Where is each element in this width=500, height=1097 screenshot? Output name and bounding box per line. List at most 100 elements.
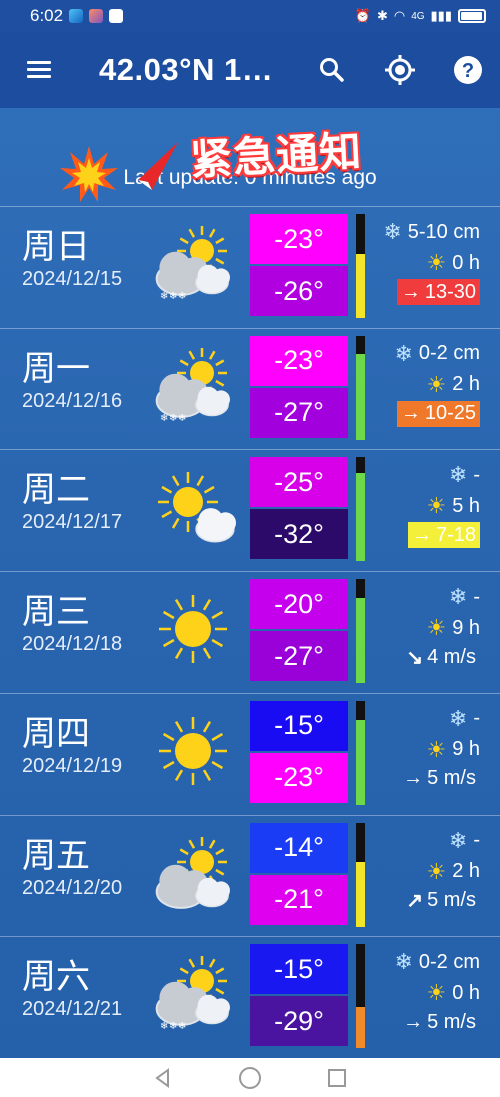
- sunshine-info: ☀ 9 h: [426, 615, 480, 641]
- wind-info: → 10-25: [396, 400, 480, 427]
- sunny-icon: [150, 586, 236, 672]
- search-icon[interactable]: [316, 54, 348, 86]
- sunshine-info: ☀ 2 h: [426, 372, 480, 398]
- sunshine-hours: 5 h: [452, 494, 480, 517]
- bar-dark-part: [356, 214, 365, 254]
- snow-risk-bar: [356, 579, 365, 684]
- wind-direction-icon: →: [411, 523, 432, 546]
- snowfall-info: ❄ -: [449, 706, 480, 732]
- bar-level-fill: [356, 719, 365, 805]
- wind-info: → 5 m/s: [399, 1009, 480, 1035]
- partly-cloudy-icon: [150, 830, 236, 916]
- mostly-sunny-icon: [150, 464, 236, 550]
- recents-icon[interactable]: [326, 1067, 348, 1089]
- back-icon[interactable]: [152, 1067, 174, 1089]
- day-name: 周五: [22, 835, 90, 876]
- wind-info: → 5 m/s: [399, 766, 480, 792]
- wind-speed: 5 m/s: [427, 767, 476, 790]
- help-icon[interactable]: ?: [452, 54, 484, 86]
- bar-level-fill: [356, 597, 365, 684]
- sun-icon: ☀: [426, 493, 447, 519]
- forecast-day-row[interactable]: 周六 2024/12/21 ❄ ❄ ❄ -15° -29° ❄ 0-2 cm ☀ 0 h → 5 m/s: [0, 936, 500, 1057]
- svg-text:❄: ❄: [169, 1021, 177, 1032]
- wind-value: → 5 m/s: [399, 1009, 480, 1035]
- day-name: 周三: [22, 592, 90, 633]
- snow-risk-bar: [356, 335, 365, 440]
- forecast-day-row[interactable]: 周五 2024/12/20 -14° -21° ❄ - ☀ 2 h ↗ 5 m/s: [0, 814, 500, 936]
- wind-speed: 5 m/s: [427, 889, 476, 911]
- app-notification-icon: [89, 9, 104, 23]
- snowfall-amount: -: [473, 707, 480, 730]
- wifi-icon: ◠: [393, 8, 406, 23]
- wind-direction-icon: →: [403, 1010, 424, 1033]
- sun-icon: ☀: [426, 980, 447, 1006]
- day-name: 周四: [22, 713, 90, 754]
- bluetooth-icon: ✱: [376, 8, 388, 23]
- status-bar: 6:02 ⏰ ✱ ◠ 4G ▮▮▮: [0, 0, 500, 32]
- day-name: 周二: [22, 470, 90, 511]
- snowflake-icon: ❄: [448, 584, 468, 610]
- status-right: ⏰ ✱ ◠ 4G ▮▮▮: [355, 8, 486, 24]
- wind-speed: 4 m/s: [427, 645, 476, 668]
- forecast-day-row[interactable]: 周四 2024/12/19 -15° -23° ❄ - ☀ 9 h → 5 m/s: [0, 692, 500, 814]
- sun-icon: ☀: [426, 371, 447, 397]
- forecast-day-row[interactable]: 周日 2024/12/15 ❄ ❄ ❄ -23° -26° ❄ 5-10 cm ☀ 0 h → 13-3…: [0, 206, 500, 327]
- sunshine-hours: 0 h: [452, 981, 480, 1004]
- sunshine-info: ☀ 0 h: [426, 980, 480, 1006]
- app-notification-icon: [109, 9, 124, 23]
- wind-direction-icon: ↗: [406, 890, 424, 912]
- bar-dark-part: [356, 579, 365, 598]
- bar-level-fill: [356, 862, 365, 927]
- wind-info: → 7-18: [407, 522, 480, 549]
- wind-warning-badge: → 7-18: [407, 522, 480, 549]
- snowfall-info: ❄ 5-10 cm: [383, 219, 480, 245]
- menu-icon[interactable]: [27, 61, 51, 79]
- snowfall-info: ❄ 0-2 cm: [394, 341, 480, 367]
- bar-dark-part: [356, 700, 365, 720]
- snowfall-info: ❄ -: [449, 462, 480, 488]
- snow-risk-bar: [356, 700, 365, 805]
- locate-icon[interactable]: [384, 54, 416, 86]
- forecast-day-row[interactable]: 周一 2024/12/16 ❄ ❄ ❄ -23° -27° ❄ 0-2 cm ☀ 2 h → 10-25: [0, 327, 500, 449]
- forecast-day-row[interactable]: 周二 2024/12/17 -25° -32° ❄ - ☀ 5 h → 7-18: [0, 449, 500, 570]
- wind-direction-icon: →: [403, 767, 424, 790]
- snow-risk-bar: [356, 457, 365, 562]
- wind-info: ↗ 5 m/s: [402, 888, 480, 914]
- wind-value: ↗ 5 m/s: [402, 888, 480, 914]
- wind-speed: 5 m/s: [427, 1010, 476, 1033]
- snowfall-info: ❄ -: [449, 584, 480, 610]
- snow-risk-bar: [356, 214, 365, 318]
- urgent-notice-label[interactable]: 紧急通知: [189, 118, 364, 188]
- snowflake-icon: ❄: [448, 827, 468, 853]
- system-nav-bar: [0, 1058, 500, 1097]
- day-date: 2024/12/17: [22, 511, 123, 534]
- partly-cloudy-snow-icon: ❄ ❄ ❄: [150, 343, 236, 429]
- snow-risk-bar: [356, 944, 365, 1049]
- bar-dark-part: [356, 335, 365, 355]
- low-temperature: -27°: [250, 387, 348, 438]
- low-temperature: -26°: [250, 266, 348, 316]
- sunny-icon: [150, 708, 236, 794]
- wind-warning-badge: → 13-30: [396, 279, 480, 305]
- forecast-panel[interactable]: ver Last update: 0 minutes ago 紧急通知 周日 20…: [0, 108, 500, 1058]
- home-icon[interactable]: [238, 1066, 262, 1090]
- sunshine-info: ☀ 0 h: [426, 250, 480, 276]
- status-time: 6:02: [30, 6, 64, 25]
- low-temperature: -27°: [250, 631, 348, 682]
- wind-speed: 13-30: [424, 280, 476, 303]
- snowflake-icon: ❄: [394, 340, 413, 366]
- snowfall-info: ❄ 0-2 cm: [394, 949, 480, 975]
- forecast-day-row[interactable]: 周三 2024/12/18 -20° -27° ❄ - ☀ 9 h ↘ 4 m/s: [0, 571, 500, 692]
- app-notification-icon: [69, 9, 84, 23]
- day-name: 周一: [22, 348, 90, 389]
- wind-value: ↘ 4 m/s: [402, 644, 480, 670]
- status-left: 6:02: [30, 6, 124, 26]
- location-title[interactable]: 42.03°N 1…: [99, 52, 289, 88]
- day-date: 2024/12/20: [22, 876, 123, 899]
- wind-value: → 5 m/s: [399, 766, 480, 792]
- bar-level-fill: [356, 354, 365, 440]
- wind-direction-icon: →: [400, 280, 421, 303]
- sun-icon: ☀: [426, 250, 447, 275]
- high-temperature: -15°: [250, 944, 348, 995]
- day-date: 2024/12/21: [22, 998, 123, 1021]
